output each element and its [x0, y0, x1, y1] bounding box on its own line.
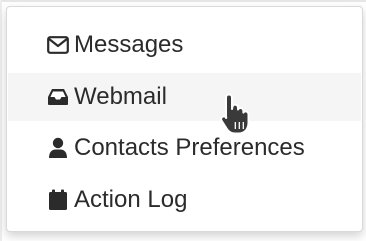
page-edge-left [0, 0, 2, 241]
calendar-icon [46, 188, 70, 212]
user-dropdown-menu: Messages Webmail Contacts Preferences Ac… [6, 6, 363, 232]
menu-item-label: Messages [74, 31, 184, 58]
page-edge-top [0, 0, 366, 2]
menu-item-contacts-preferences[interactable]: Contacts Preferences [8, 124, 361, 172]
inbox-tray-icon [46, 85, 70, 109]
page: Messages Webmail Contacts Preferences Ac… [0, 0, 366, 241]
menu-item-label: Contacts Preferences [74, 134, 305, 161]
menu-item-webmail[interactable]: Webmail [8, 73, 361, 121]
menu-item-messages[interactable]: Messages [8, 21, 361, 69]
menu-item-action-log[interactable]: Action Log [8, 176, 361, 224]
menu-item-label: Webmail [74, 83, 167, 110]
user-icon [46, 136, 70, 160]
menu-item-label: Action Log [74, 186, 188, 213]
envelope-icon [46, 33, 70, 57]
